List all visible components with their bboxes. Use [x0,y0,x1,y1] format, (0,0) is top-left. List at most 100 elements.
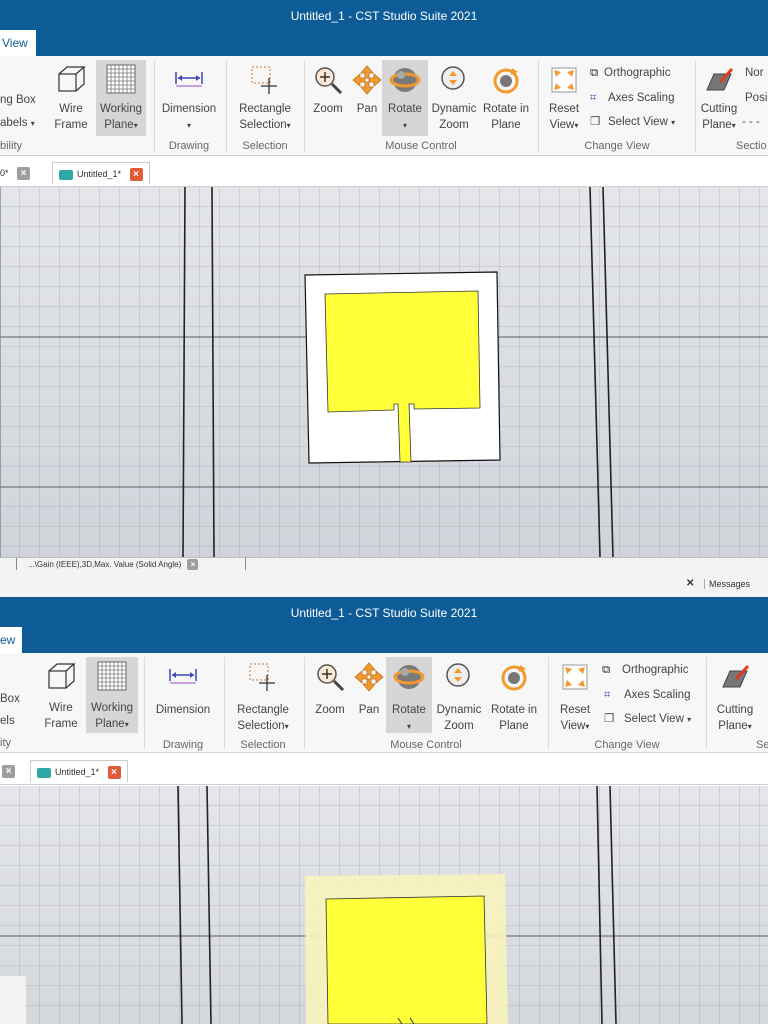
orthographic-toggle[interactable]: ⧉ Orthographic [590,65,670,81]
pan-button[interactable]: Pan [350,659,388,735]
reset-view-icon [562,664,588,690]
dynamic-zoom-button[interactable]: Dynamic Zoom [430,62,478,138]
rotate-in-plane-icon [501,665,527,691]
3d-viewport[interactable] [0,187,768,557]
dynamic-zoom-icon [441,66,465,90]
ribbon: Box els ity Wire Frame Working Plane▾ Di… [0,653,768,753]
zoom-icon [317,664,345,692]
select-view-button[interactable]: ❒ Select View ▾ [604,711,691,728]
dynamic-zoom-icon [446,663,470,687]
tab-untitled-1[interactable]: Untitled_1* × [52,162,150,184]
result-tab-gain[interactable]: ...\Gain (IEEE),3D,Max. Value (Solid Ang… [28,559,199,571]
rotate-button[interactable]: Rotate ▾ [386,657,432,733]
messages-tab[interactable]: Messages [704,579,750,589]
wire-frame-icon [58,66,86,92]
reset-view-button[interactable]: Reset View▾ [542,62,586,138]
axes-scaling-button[interactable]: ⌗ Axes Scaling [604,687,690,703]
reset-view-button[interactable]: Reset View▾ [552,659,598,735]
rotate-icon [393,665,425,689]
rotate-icon [389,68,421,92]
result-tabs-bar: ...\Gain (IEEE),3D,Max. Value (Solid Ang… [0,557,768,597]
rectangle-selection-button[interactable]: Rectangle Selection▾ [230,62,300,138]
close-icon[interactable]: × [107,766,121,780]
patch-antenna[interactable] [305,874,508,1024]
group-visibility: ity [0,737,11,749]
group-selection: Selection [242,140,288,152]
pan-arrows-icon [354,662,384,692]
orthographic-icon: ⧉ [602,664,611,676]
window-title: Untitled_1 - CST Studio Suite 2021 [0,0,768,30]
group-mouse-control: Mouse Control [385,140,457,152]
labels-button[interactable]: els [0,713,15,729]
group-section: Se [756,739,768,751]
group-change-view: Change View [594,739,660,751]
grid-icon [97,661,127,691]
dimension-icon [169,669,197,684]
working-plane-button[interactable]: Working Plane▾ [96,60,146,136]
dimension-icon [175,72,203,87]
cst-document-icon [59,169,73,180]
group-selection: Selection [240,739,286,751]
axes-scaling-icon: ⌗ [590,92,597,104]
patch-antenna[interactable] [304,271,501,464]
rotate-in-plane-button[interactable]: Rotate in Plane [486,659,542,735]
pan-button[interactable]: Pan [348,62,386,138]
rectangle-selection-icon [251,66,277,94]
dimension-button[interactable]: Dimension [150,659,216,735]
cube-icon: ❒ [604,713,615,725]
wire-frame-button[interactable]: Wire Frame [38,659,84,735]
close-icon[interactable]: × [187,559,199,571]
cube-icon: ❒ [590,116,601,128]
cst-document-icon [37,767,51,778]
ribbon: ng Box abels ▾ bility Wire Frame Working… [0,56,768,156]
select-view-button[interactable]: ❒ Select View ▾ [590,114,675,131]
tab-view[interactable]: ew [0,627,22,653]
dimension-button[interactable]: Dimension ▾ [158,62,220,138]
dynamic-zoom-button[interactable]: Dynamic Zoom [434,659,484,735]
tab-untitled-1[interactable]: Untitled_1* × [30,760,128,782]
rectangle-selection-icon [249,663,275,691]
axes-scaling-button[interactable]: ⌗ Axes Scaling [590,90,674,106]
screenshot-bottom: Untitled_1 - CST Studio Suite 2021 ew Bo… [0,597,768,1024]
bounding-box-button[interactable]: Box [0,691,20,707]
cutting-plane-icon [706,67,734,91]
labels-button[interactable]: abels ▾ [0,115,35,132]
group-visibility: bility [0,140,23,152]
zoom-button[interactable]: Zoom [308,62,348,138]
viewport-panel-edge [0,976,26,1024]
orthographic-icon: ⧉ [590,67,599,79]
pan-arrows-icon [352,65,382,95]
working-plane-button[interactable]: Working Plane▾ [86,657,138,733]
screenshot-top: Untitled_1 - CST Studio Suite 2021 View … [0,0,768,597]
bounding-box-button[interactable]: ng Box [0,92,36,108]
wire-frame-icon [48,663,76,689]
tab-view[interactable]: View [0,30,36,56]
close-icon[interactable]: × [2,765,15,779]
document-tabs: 0* × Untitled_1* × [0,157,768,187]
3d-viewport[interactable] [0,786,768,1024]
ribbon-tab-row: View [0,30,768,56]
window-title: Untitled_1 - CST Studio Suite 2021 [0,597,768,627]
prev-doc-tab[interactable]: × [2,760,15,782]
viewport-canvas [0,786,768,1024]
cutting-plane-button[interactable]: Cutting Plane▾ [712,659,758,735]
position-option[interactable]: Posi [745,90,767,106]
rectangle-selection-button[interactable]: Rectangle Selection▾ [228,659,298,735]
rotate-in-plane-button[interactable]: Rotate in Plane [478,62,534,138]
zoom-button[interactable]: Zoom [310,659,350,735]
group-mouse-control: Mouse Control [390,739,462,751]
prev-doc-tab[interactable]: 0* × [0,162,31,184]
grid-icon [106,64,136,94]
orthographic-toggle[interactable]: ⧉ Orthographic [602,662,688,678]
cutting-plane-button[interactable]: Cutting Plane▾ [698,62,740,138]
close-icon[interactable]: × [129,168,143,182]
normal-option[interactable]: Nor [745,65,764,81]
section-dash-line: - - - [742,116,760,128]
close-messages-icon[interactable]: ✕ [686,578,694,589]
ribbon-tab-row: ew [0,627,768,653]
cutting-plane-icon [722,664,750,688]
close-icon[interactable]: × [17,167,31,181]
rotate-button[interactable]: Rotate ▾ [382,60,428,136]
wire-frame-button[interactable]: Wire Frame [48,62,94,138]
yellow-patch [325,895,488,1024]
